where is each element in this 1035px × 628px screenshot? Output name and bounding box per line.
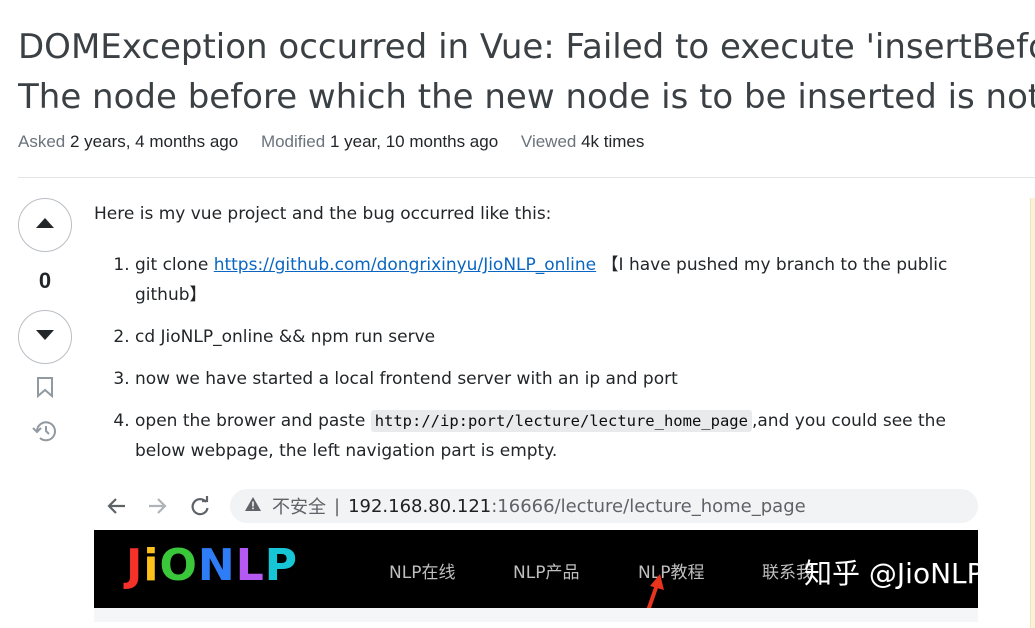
logo-letter: L — [235, 540, 265, 591]
downvote-button[interactable] — [18, 310, 72, 364]
list-item: cd JioNLP_online && npm run serve — [135, 322, 974, 352]
address-bar: 不安全 | 192.168.80.121:16666/lecture/lectu… — [230, 489, 978, 523]
embedded-screenshot: 不安全 | 192.168.80.121:16666/lecture/lectu… — [94, 486, 978, 622]
asked-info: Asked 2 years, 4 months ago — [18, 132, 239, 151]
logo-letter: i — [143, 540, 160, 591]
forward-arrow-icon — [146, 495, 168, 522]
list-item: git clone https://github.com/dongrixinyu… — [135, 250, 974, 310]
vote-count: 0 — [38, 268, 52, 293]
browser-toolbar: 不安全 | 192.168.80.121:16666/lecture/lectu… — [94, 486, 978, 526]
question-title[interactable]: DOMException occurred in Vue: Failed to … — [18, 22, 1035, 122]
site-header: JiONLP NLP在线 NLP产品 NLP教程 联系我 知乎 @JioNLP — [94, 530, 978, 608]
list-item: now we have started a local frontend ser… — [135, 364, 974, 394]
url-path: :16666/lecture/lecture_home_page — [491, 495, 806, 517]
list-item: open the brower and paste http://ip:port… — [135, 406, 974, 466]
sidebar-edge — [1030, 198, 1035, 628]
back-arrow-icon — [106, 495, 128, 522]
intro-text: Here is my vue project and the bug occur… — [94, 204, 552, 224]
question-title-line1[interactable]: DOMException occurred in Vue: Failed to … — [18, 27, 1035, 67]
vote-cell: 0 — [18, 198, 72, 448]
caret-up-icon — [35, 216, 55, 234]
github-link[interactable]: https://github.com/dongrixinyu/JioNLP_on… — [214, 255, 596, 275]
bookmark-button[interactable] — [18, 376, 72, 403]
bookmark-icon — [36, 376, 54, 403]
history-icon — [32, 419, 58, 448]
viewed-info: Viewed 4k times — [520, 132, 645, 151]
warning-icon — [244, 496, 262, 517]
logo-letter: J — [126, 540, 144, 591]
logo-letter: P — [264, 540, 298, 591]
question-title-line2[interactable]: The node before which the new node is to… — [18, 77, 1035, 117]
site-nav-item: NLP产品 — [513, 563, 580, 583]
meta-divider — [18, 177, 1035, 178]
modified-info: Modified 1 year, 10 months ago — [260, 132, 499, 151]
url-separator: | — [334, 495, 341, 517]
question-body: Here is my vue project and the bug occur… — [94, 200, 974, 478]
upvote-button[interactable] — [18, 198, 72, 252]
steps-list: git clone https://github.com/dongrixinyu… — [94, 250, 974, 466]
insecure-label: 不安全 — [272, 497, 326, 518]
jionlp-logo: JiONLP — [126, 540, 298, 591]
question-meta: Asked 2 years, 4 months ago Modified 1 y… — [18, 132, 662, 152]
caret-down-icon — [35, 328, 55, 346]
site-body-strip — [94, 608, 978, 622]
logo-letter: O — [159, 540, 198, 591]
url-code: http://ip:port/lecture/lecture_home_page — [370, 410, 752, 432]
history-button[interactable] — [18, 419, 72, 448]
zhihu-watermark: 知乎 @JioNLP — [804, 557, 978, 590]
url-host: 192.168.80.121 — [348, 495, 492, 517]
site-nav-item: NLP在线 — [389, 563, 456, 583]
logo-letter: N — [197, 540, 236, 591]
reload-icon — [189, 495, 211, 522]
